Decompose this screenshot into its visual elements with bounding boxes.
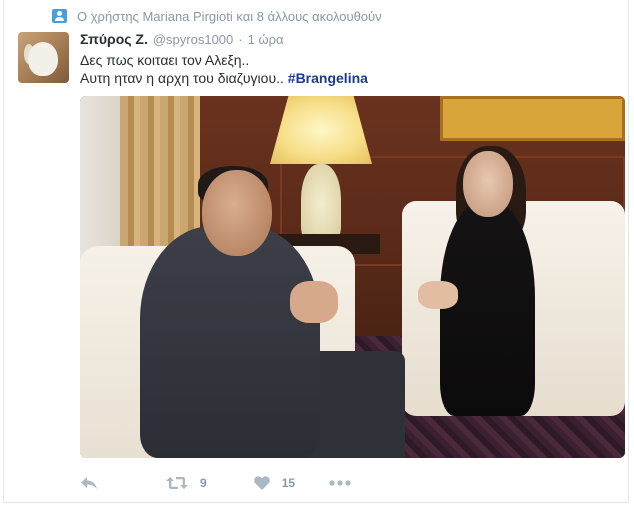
hashtag-link[interactable]: #Brangelina [288,70,368,86]
like-count: 15 [281,476,296,490]
like-button[interactable]: 15 [253,476,296,490]
photo-man-head [202,170,272,256]
person-follow-icon [52,9,67,23]
photo-lamp-base [301,164,341,242]
photo-woman-head [463,151,513,217]
tweet-header: Σπύρος Ζ. @spyros1000 · 1 ώρα [80,31,284,47]
avatar[interactable] [18,32,69,83]
photo-man [140,226,320,458]
tweet-text: Δες πως κοιταει τον Αλεξη.. Αυτη ηταν η … [80,51,368,87]
tweet-actions: 9 15 [80,472,351,494]
photo-man-hands [290,281,338,323]
photo-woman-hands [418,281,458,309]
reply-button[interactable] [80,476,106,490]
author-handle[interactable]: @spyros1000 [153,32,233,47]
more-button[interactable] [329,480,351,486]
header-separator: · [238,32,243,47]
retweet-button[interactable]: 9 [166,476,207,490]
social-context: Ο χρήστης Mariana Pirgioti και 8 άλλους … [52,6,382,26]
tweet-text-line-1: Δες πως κοιταει τον Αλεξη.. [80,52,250,68]
avatar-dog [28,42,58,76]
author-name[interactable]: Σπύρος Ζ. [80,31,148,47]
tweet-timestamp[interactable]: 1 ώρα [248,32,284,47]
heart-icon [253,476,270,490]
retweet-icon [166,477,188,489]
photo-painting [440,96,625,141]
more-dots-icon [329,480,351,486]
social-context-text[interactable]: Ο χρήστης Mariana Pirgioti και 8 άλλους … [77,9,382,24]
retweet-count: 9 [200,476,207,490]
tweet-text-line-2: Αυτη ηταν η αρχη του διαζυγιου.. #Brange… [80,69,368,87]
photo-woman [440,201,535,416]
reply-icon [81,477,97,489]
tweet-text-line-2-body: Αυτη ηταν η αρχη του διαζυγιου.. [80,70,284,86]
tweet-photo[interactable] [80,96,625,458]
